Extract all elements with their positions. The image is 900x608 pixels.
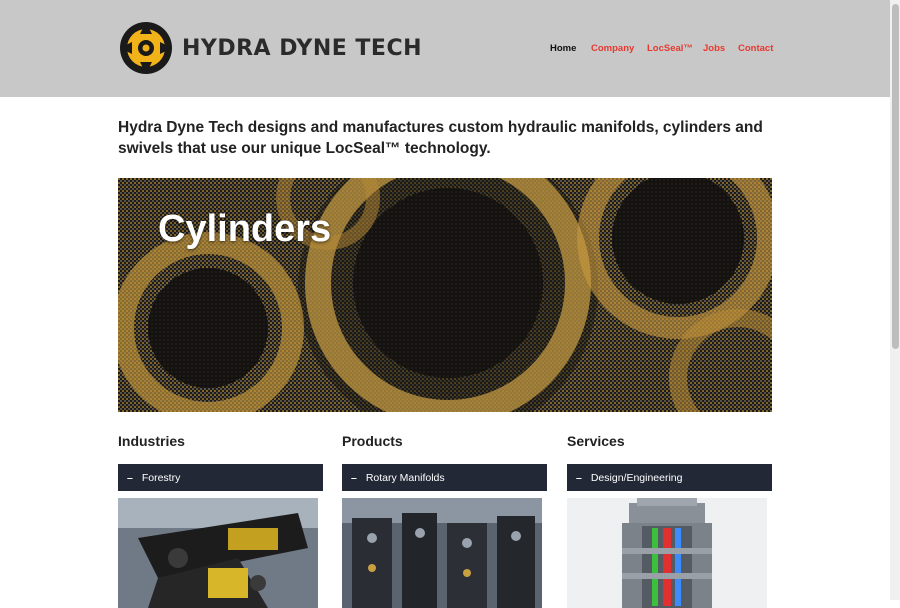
accordion-forestry[interactable]: – Forestry <box>118 464 323 491</box>
hero-banner[interactable]: Cylinders <box>118 178 772 412</box>
column-heading: Products <box>342 433 403 449</box>
nav-home[interactable]: Home <box>550 43 576 54</box>
column-heading: Services <box>567 433 625 449</box>
accordion-design-engineering[interactable]: – Design/Engineering <box>567 464 772 491</box>
nav-locseal[interactable]: LocSeal™ <box>647 43 693 54</box>
nav-contact[interactable]: Contact <box>738 43 773 54</box>
logo-icon <box>120 22 172 74</box>
accordion-label: Forestry <box>141 471 181 484</box>
nav-jobs[interactable]: Jobs <box>703 43 725 54</box>
intro-text: Hydra Dyne Tech designs and manufactures… <box>118 119 763 157</box>
nav-company[interactable]: Company <box>591 43 634 54</box>
hero-title: Cylinders <box>158 208 332 250</box>
accordion-label: Design/Engineering <box>590 471 683 484</box>
industries-column: Industries – Forestry <box>118 433 323 608</box>
services-column: Services – Design/Engineering <box>567 433 772 608</box>
minus-icon: – <box>127 471 133 484</box>
column-heading: Industries <box>118 433 185 449</box>
accordion-rotary-manifolds[interactable]: – Rotary Manifolds <box>342 464 547 491</box>
services-image <box>567 498 767 608</box>
logo-text: HYDRA DYNE TECH <box>182 35 423 61</box>
logo[interactable]: HYDRA DYNE TECH <box>118 20 422 76</box>
scrollbar-thumb[interactable] <box>892 4 899 349</box>
products-column: Products – Rotary Manifolds <box>342 433 547 608</box>
industries-image <box>118 498 318 608</box>
accordion-label: Rotary Manifolds <box>365 471 445 484</box>
products-image <box>342 498 542 608</box>
site-header: HYDRA DYNE TECH Home Company LocSeal™ Jo… <box>0 0 890 97</box>
scrollbar[interactable] <box>890 0 900 600</box>
minus-icon: – <box>351 471 357 484</box>
minus-icon: – <box>576 471 582 484</box>
